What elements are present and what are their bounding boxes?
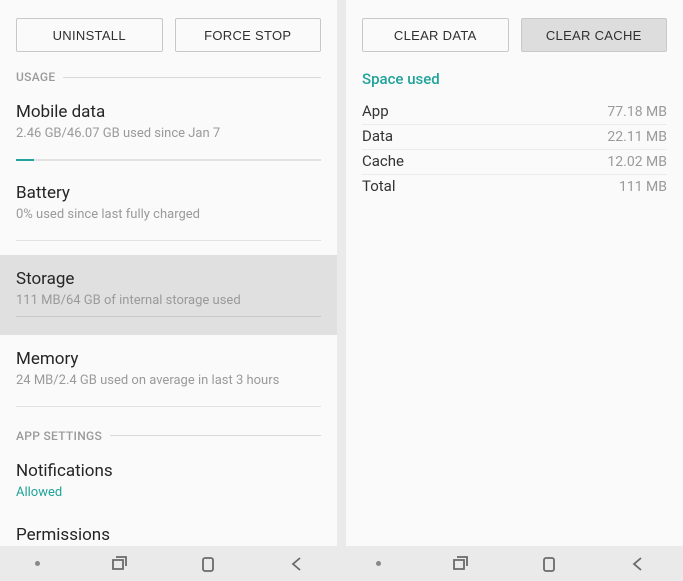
divider <box>16 316 321 317</box>
recents-icon[interactable] <box>109 554 129 574</box>
clear-data-button[interactable]: CLEAR DATA <box>362 18 509 52</box>
mobile-data-title: Mobile data <box>16 102 321 122</box>
divider <box>16 240 321 241</box>
uninstall-button[interactable]: UNINSTALL <box>16 18 163 52</box>
app-settings-section-header: APP SETTINGS <box>0 425 337 447</box>
memory-item[interactable]: Memory 24 MB/2.4 GB used on average in l… <box>0 335 337 400</box>
back-icon[interactable] <box>628 554 648 574</box>
space-used-list: App 77.18 MB Data 22.11 MB Cache 12.02 M… <box>346 100 683 199</box>
total-size-val: 111 MB <box>619 179 667 195</box>
app-size-val: 77.18 MB <box>607 104 667 120</box>
recents-icon[interactable] <box>450 554 470 574</box>
nav-dot-icon <box>376 561 381 566</box>
total-size-row: Total 111 MB <box>362 175 667 199</box>
data-size-val: 22.11 MB <box>607 129 667 145</box>
mobile-data-sub: 2.46 GB/46.07 GB used since Jan 7 <box>16 126 321 143</box>
mobile-data-progress <box>16 159 321 161</box>
permissions-title: Permissions <box>16 525 321 545</box>
battery-item[interactable]: Battery 0% used since last fully charged <box>0 161 337 234</box>
battery-sub: 0% used since last fully charged <box>16 207 321 224</box>
action-button-row: UNINSTALL FORCE STOP <box>0 0 337 64</box>
usage-section-header: USAGE <box>0 66 337 88</box>
home-icon[interactable] <box>539 554 559 574</box>
divider <box>63 77 321 78</box>
permissions-item[interactable]: Permissions Camera, Location, Microphone… <box>0 511 337 546</box>
system-navbar <box>0 546 683 581</box>
force-stop-button[interactable]: FORCE STOP <box>175 18 322 52</box>
app-info-panel: UNINSTALL FORCE STOP USAGE Mobile data 2… <box>0 0 337 546</box>
space-used-label: Space used <box>346 64 683 100</box>
usage-header-label: USAGE <box>16 70 55 84</box>
divider <box>110 435 321 436</box>
storage-title: Storage <box>16 269 321 289</box>
back-icon[interactable] <box>287 554 307 574</box>
battery-title: Battery <box>16 183 321 203</box>
app-size-key: App <box>362 102 389 120</box>
app-size-row: App 77.18 MB <box>362 100 667 125</box>
notifications-title: Notifications <box>16 461 321 481</box>
memory-sub: 24 MB/2.4 GB used on average in last 3 h… <box>16 373 321 390</box>
notifications-sub: Allowed <box>16 485 321 502</box>
cache-size-row: Cache 12.02 MB <box>362 150 667 175</box>
storage-button-row: CLEAR DATA CLEAR CACHE <box>346 0 683 64</box>
cache-size-val: 12.02 MB <box>607 154 667 170</box>
memory-title: Memory <box>16 349 321 369</box>
storage-detail-panel: CLEAR DATA CLEAR CACHE Space used App 77… <box>346 0 683 546</box>
data-size-key: Data <box>362 127 393 145</box>
home-icon[interactable] <box>198 554 218 574</box>
nav-dot-icon <box>35 561 40 566</box>
clear-cache-button[interactable]: CLEAR CACHE <box>521 18 668 52</box>
storage-item[interactable]: Storage 111 MB/64 GB of internal storage… <box>0 255 337 335</box>
mobile-data-item[interactable]: Mobile data 2.46 GB/46.07 GB used since … <box>0 88 337 153</box>
data-size-row: Data 22.11 MB <box>362 125 667 150</box>
notifications-item[interactable]: Notifications Allowed <box>0 447 337 512</box>
app-settings-header-label: APP SETTINGS <box>16 429 102 443</box>
storage-sub: 111 MB/64 GB of internal storage used <box>16 293 321 310</box>
total-size-key: Total <box>362 177 396 195</box>
divider <box>16 406 321 407</box>
cache-size-key: Cache <box>362 152 404 170</box>
